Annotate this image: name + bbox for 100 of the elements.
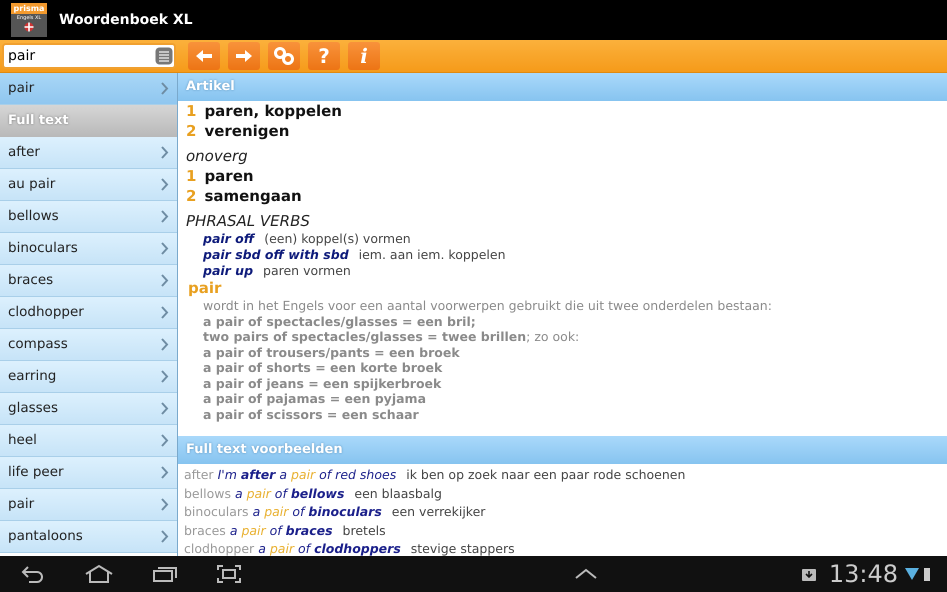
forward-button[interactable] [228, 42, 260, 70]
entry-label: au pair [8, 175, 56, 194]
example-phrase: a pair of braces [230, 522, 333, 538]
entry-label: bellows [8, 207, 59, 226]
entry-label: compass [8, 335, 68, 354]
chevron-right-icon [160, 530, 169, 543]
screenshot-icon[interactable] [216, 564, 242, 584]
chevron-right-icon [160, 146, 169, 159]
entry-label: heel [8, 431, 37, 450]
sense-number: 2 [186, 187, 196, 205]
entry-label: after [8, 143, 40, 162]
usage-example: a pair of pajamas = een pyjama [202, 391, 428, 406]
entry-label: life peer [8, 463, 64, 482]
chevron-right-icon [160, 402, 169, 415]
translation-text: iem. aan iem. koppelen [358, 247, 506, 262]
back-button[interactable] [188, 42, 220, 70]
chevron-right-icon [160, 274, 169, 287]
phrasal-verb: pair up [203, 263, 254, 278]
sidebar-item[interactable]: glasses [0, 393, 177, 425]
sidebar-item[interactable]: life peer [0, 457, 177, 489]
grammar-label: onoverg [186, 146, 249, 166]
section-header: Full text [0, 105, 177, 137]
menu-icon[interactable] [155, 47, 173, 65]
sidebar-item[interactable]: earring [0, 361, 177, 393]
usage-example: a pair of spectacles/glasses = een bril; [202, 314, 477, 329]
battery-icon [923, 566, 931, 582]
translation-text: stevige stappers [410, 541, 515, 556]
sidebar-item[interactable]: braces [0, 265, 177, 297]
chevron-up-icon[interactable] [574, 568, 598, 580]
entry-label: clodhopper [8, 303, 84, 322]
headword: pair [187, 279, 222, 298]
entry-label: pair [8, 495, 34, 514]
translation-text: een verrekijker [392, 504, 486, 519]
entry-label: binoculars [8, 239, 78, 258]
link-button[interactable] [268, 42, 300, 70]
sense-text: paren [204, 167, 254, 185]
sidebar-item[interactable]: binoculars [0, 233, 177, 265]
chevron-right-icon [160, 498, 169, 511]
logo-brand-text: prisma [11, 3, 47, 14]
chevron-right-icon [160, 338, 169, 351]
sidebar-item[interactable]: after [0, 137, 177, 169]
example-phrase: a pair of binoculars [252, 504, 382, 519]
panel-header: Full text voorbeelden [178, 436, 947, 464]
right-arrow-icon [235, 49, 253, 63]
example-phrase: a pair of bellows [234, 486, 344, 500]
entry-label: glasses [8, 399, 58, 418]
download-notification-icon[interactable] [800, 566, 817, 582]
flag-icon [24, 22, 34, 32]
chevron-right-icon [160, 242, 169, 255]
chevron-right-icon [160, 466, 169, 479]
phrasal-verb: pair off [203, 231, 254, 246]
sense-text: samengaan [204, 187, 302, 205]
usage-example: a pair of scissors = een schaar [202, 406, 420, 422]
translation-text: een blaasbalg [354, 486, 442, 500]
example-phrase: a pair of clodhoppers [258, 541, 401, 556]
chevron-right-icon [160, 82, 169, 95]
recent-apps-icon[interactable] [152, 565, 178, 583]
usage-example: a pair of jeans = een spijkerbroek [202, 376, 442, 391]
entry-label: pantaloons [8, 527, 83, 546]
wifi-icon [904, 566, 920, 582]
search-field[interactable]: pair [2, 43, 176, 69]
sense-number: 1 [186, 102, 196, 120]
back-icon[interactable] [20, 565, 46, 583]
entry-label: earring [8, 367, 56, 386]
left-arrow-icon [195, 49, 213, 63]
entry-label: pair [8, 79, 34, 98]
usage-example: a pair of trousers/pants = een broek [202, 344, 461, 360]
sense-text: paren, koppelen [204, 102, 342, 120]
sidebar-item[interactable]: clodhopper [0, 297, 177, 329]
sidebar-item[interactable]: heel [0, 425, 177, 457]
chevron-right-icon [160, 434, 169, 447]
translation-text: (een) koppel(s) vormen [264, 231, 411, 246]
chain-link-icon [273, 46, 295, 66]
phrasal-verb: pair sbd off with sbd [203, 247, 349, 262]
translation-text: bretels [342, 522, 386, 538]
usage-note: two pairs of spectacles/glasses = twee brillen; zo ook: [202, 329, 580, 344]
home-icon[interactable] [84, 564, 114, 584]
sidebar-item[interactable]: pair [0, 73, 177, 105]
panel-header: Artikel [178, 73, 947, 101]
clock-time: 13:48 [828, 559, 898, 590]
chevron-right-icon [160, 178, 169, 191]
example-phrase: I'm after a pair of red shoes [218, 467, 396, 482]
sidebar-item[interactable]: compass [0, 329, 177, 361]
chevron-right-icon [160, 370, 169, 383]
translation-text: ik ben op zoek naar een paar rode schoenen [406, 467, 686, 482]
translation-text: paren vormen [263, 263, 351, 278]
entry-label: braces [8, 271, 54, 290]
sidebar-item[interactable]: pantaloons [0, 521, 177, 553]
grammar-label: PHRASAL VERBS [186, 211, 311, 231]
sidebar-item[interactable]: bellows [0, 201, 177, 233]
sidebar-item[interactable]: pair [0, 489, 177, 521]
sense-number: 1 [186, 167, 196, 185]
sense-text: verenigen [204, 122, 290, 140]
app-title: Woordenboek XL [59, 10, 193, 30]
sidebar-item[interactable]: au pair [0, 169, 177, 201]
usage-note: wordt in het Engels voor een aantal voorwerpen gebruikt die uit twee onderdelen bestaan: [202, 298, 773, 314]
sense-number: 2 [186, 122, 196, 140]
chevron-right-icon [160, 210, 169, 223]
chevron-right-icon [160, 306, 169, 319]
usage-example: a pair of shorts = een korte broek [202, 360, 444, 376]
